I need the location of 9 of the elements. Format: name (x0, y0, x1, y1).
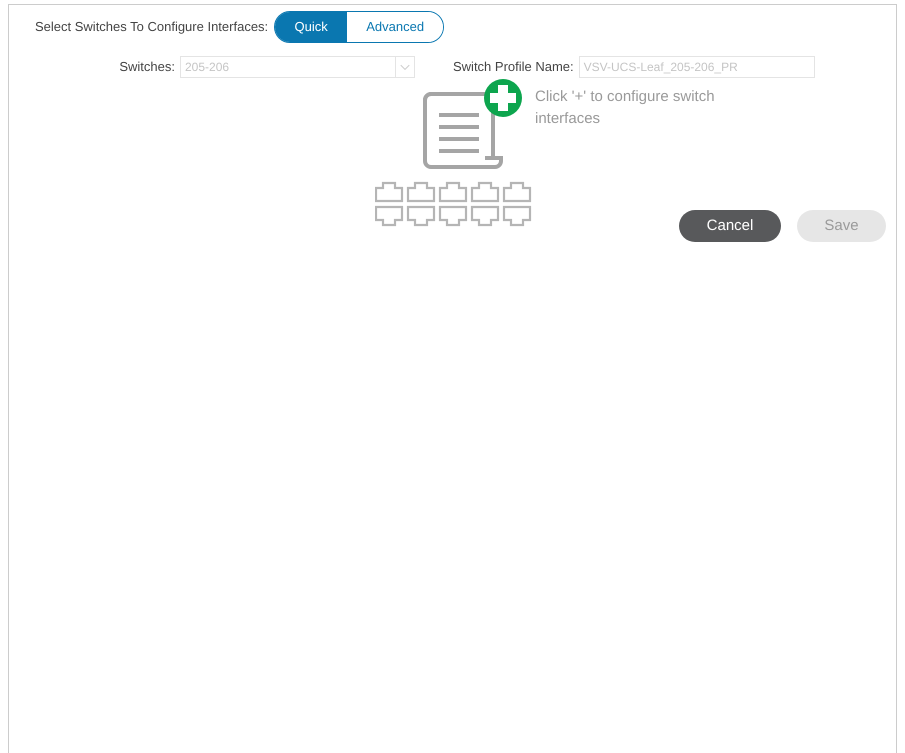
empty-state-hint: Click '+' to configure switch interfaces (535, 87, 716, 129)
add-icon[interactable] (483, 78, 523, 118)
cancel-button[interactable]: Cancel (679, 210, 781, 242)
mode-label: Select Switches To Configure Interfaces: (35, 18, 268, 36)
switches-label: Switches: (118, 58, 176, 76)
mode-tab[interactable]: Quick (275, 12, 348, 42)
port-grid-icon (375, 181, 534, 227)
scroll-icon (423, 92, 503, 170)
profile-name-label: Switch Profile Name: (453, 58, 575, 76)
